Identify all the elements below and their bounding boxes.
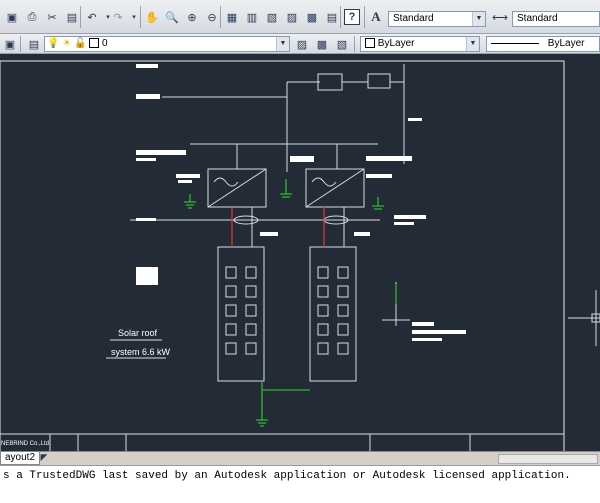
quickcalc-icon[interactable]: ▤ [324,9,340,25]
drawing-svg: Solar roof system 6.6 kW NEBRIND Co.,Ltd… [0,60,600,451]
command-message: s a TrustedDWG last saved by an Autodesk… [3,470,571,482]
chevron-down-icon: ▼ [466,37,479,51]
horizontal-scrollbar[interactable] [498,454,598,464]
tab-label: ayout2 [5,452,36,463]
inverter-1-symbol [213,177,239,187]
redo-icon[interactable]: ↷ [110,9,126,25]
drawing-canvas[interactable]: Solar roof system 6.6 kW NEBRIND Co.,Ltd… [0,54,600,451]
standard-toolbar: ▣ ⎙ ✂ ▤ ↶ ▾ ↷ ▾ ✋ 🔍 ⊕ ⊖ ▦ ▥ ▧ ▨ ▩ ▤ ? A … [0,0,600,34]
sheet-set-icon[interactable]: ▨ [284,9,300,25]
inverter-2-symbol [311,177,337,187]
plot-icon[interactable]: ⎙ [24,9,40,25]
label-system-size: system 6.6 kW [111,347,171,357]
chevron-down-icon: ▼ [472,12,485,26]
text-style-icon[interactable]: A [368,9,384,25]
zoom-realtime-icon[interactable]: 🔍 [164,9,180,25]
make-object-layer-current-icon[interactable]: ▨ [294,36,310,52]
layer-select[interactable]: 💡 ☀ 🔓 0 ▼ [44,36,290,52]
color-select[interactable]: ByLayer ▼ [360,36,480,52]
undo-icon[interactable]: ↶ [84,9,100,25]
linetype-value: ByLayer [547,38,585,49]
help-icon[interactable]: ? [344,9,360,25]
pan-icon[interactable]: ✋ [144,9,160,25]
ground-wiring [184,179,397,427]
properties-icon[interactable]: ▦ [224,9,240,25]
design-center-icon[interactable]: ▥ [244,9,260,25]
tool-palettes-icon[interactable]: ▧ [264,9,280,25]
breaker-box [367,73,391,89]
layer-name: 0 [102,38,108,49]
title-block-company: NEBRIND Co.,Ltd. [1,441,51,447]
paste-icon[interactable]: ▤ [64,9,80,25]
color-swatch-icon [365,38,375,49]
bulb-icon: 💡 [47,38,60,49]
label-solar-roof: Solar roof [118,328,158,338]
command-line[interactable]: s a TrustedDWG last saved by an Autodesk… [0,465,600,503]
meter-box [317,73,343,91]
sheet-border [0,60,565,451]
linetype-preview-icon [491,42,539,44]
layer-previous-icon[interactable]: ▩ [314,36,330,52]
save-icon[interactable]: ▣ [4,9,20,25]
layers-toolbar: ▣ ▤ 💡 ☀ 🔓 0 ▼ ▨ ▩ ▧ ByLayer ▼ ByLayer [0,34,600,54]
zoom-window-icon[interactable]: ⊕ [184,9,200,25]
color-value: ByLayer [377,38,415,49]
tab-scroll-icon[interactable]: ◤ [38,451,50,464]
linetype-select[interactable]: ByLayer [486,36,600,52]
color-swatch-icon [89,38,100,49]
lock-icon: 🔓 [73,38,87,49]
pv-array-1 [217,246,265,382]
dimension-style-value: Standard [517,13,558,24]
zoom-previous-icon[interactable]: ⊖ [204,9,220,25]
chevron-down-icon: ▼ [276,37,289,51]
sun-icon: ☀ [62,38,72,49]
pv-modules [225,266,349,355]
layout-tabs-bar: ayout2 ◤ [0,451,600,465]
layer-states-icon[interactable]: ▤ [26,36,42,52]
pv-array-2 [309,246,357,382]
layer-match-icon[interactable]: ▧ [334,36,350,52]
markup-icon[interactable]: ▩ [304,9,320,25]
dimension-style-icon[interactable]: ⟷ [492,9,508,25]
inverter-2-diagonal [305,168,365,208]
dimension-style-select[interactable]: Standard [512,11,600,27]
cut-icon[interactable]: ✂ [44,9,60,25]
text-style-select[interactable]: Standard ▼ [388,11,486,27]
tab-layout2[interactable]: ayout2 [0,452,41,465]
text-style-value: Standard [393,13,434,24]
layer-properties-icon[interactable]: ▣ [2,36,18,52]
inverter-1-diagonal [207,168,267,208]
